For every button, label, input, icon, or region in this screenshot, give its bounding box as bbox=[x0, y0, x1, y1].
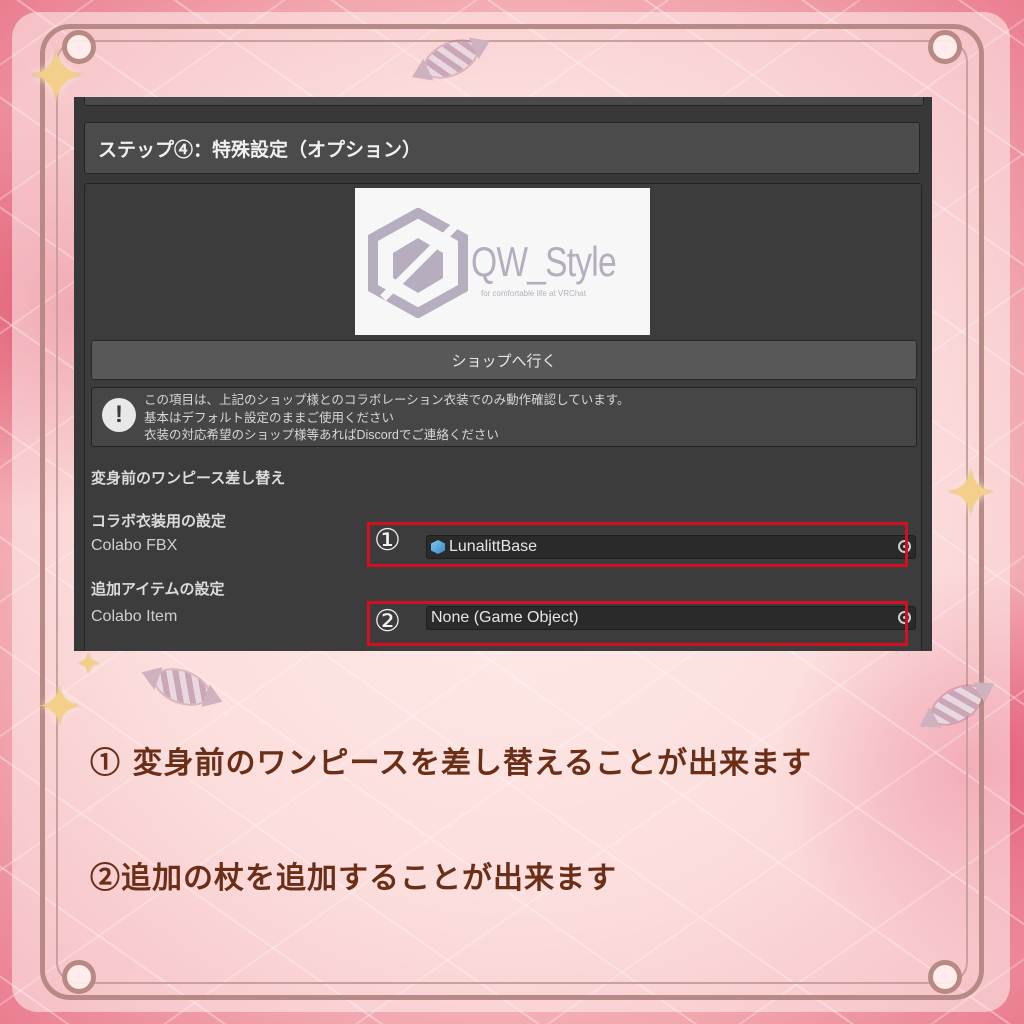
colabo-item-label: Colabo Item bbox=[91, 608, 178, 625]
help-line: 基本はデフォルト設定のままご使用ください bbox=[144, 410, 395, 425]
colabo-fbx-label: Colabo FBX bbox=[91, 537, 178, 554]
frame-corner-curl bbox=[62, 960, 96, 994]
section-additional-item: 追加アイテムの設定 bbox=[91, 581, 225, 598]
go-to-shop-button[interactable]: ショップへ行く bbox=[91, 340, 917, 380]
section-onepiece-replace: 変身前のワンピース差し替え bbox=[91, 470, 286, 487]
caption-line-2: ②追加の杖を追加することが出来ます bbox=[90, 861, 617, 896]
badge-number-2: ② bbox=[374, 604, 401, 639]
caption-line-1: ① 変身前のワンピースを差し替えることが出来ます bbox=[90, 746, 813, 781]
highlight-box-2 bbox=[367, 601, 908, 646]
help-box: ! この項目は、上記のショップ様とのコラボレーション衣装でのみ動作確認しています… bbox=[91, 387, 917, 447]
help-text: この項目は、上記のショップ様とのコラボレーション衣装でのみ動作確認しています。 … bbox=[144, 392, 630, 445]
frame-corner-curl bbox=[928, 30, 962, 64]
help-line: 衣装の対応希望のショップ様等あればDiscordでご連絡ください bbox=[144, 428, 499, 442]
sparkle-star-icon: ✦ bbox=[36, 675, 83, 740]
badge-number-1: ① bbox=[374, 523, 401, 558]
help-line: この項目は、上記のショップ様とのコラボレーション衣装でのみ動作確認しています。 bbox=[144, 393, 630, 407]
previous-section-edge bbox=[84, 97, 924, 106]
logo-tagline: for comfortable life at VRChat bbox=[481, 289, 586, 298]
exclamation-icon: ! bbox=[102, 398, 136, 432]
qw-style-logo-icon bbox=[368, 208, 468, 318]
frame-corner-curl bbox=[928, 960, 962, 994]
highlight-box-1 bbox=[367, 522, 908, 567]
step-header: ステップ④：特殊設定（オプション） bbox=[84, 122, 920, 174]
logo-wordmark: QW_Style bbox=[471, 238, 617, 285]
sparkle-star-icon: ✦ bbox=[76, 647, 102, 682]
sparkle-star-icon: ✦ bbox=[944, 457, 998, 531]
section-colabo-settings: コラボ衣装用の設定 bbox=[91, 513, 227, 530]
shop-logo-image[interactable]: QW_Style for comfortable life at VRChat bbox=[355, 188, 650, 335]
step-header-title: ステップ④：特殊設定（オプション） bbox=[98, 139, 422, 161]
inspector-screenshot: ステップ④：特殊設定（オプション） QW_Style for comfortab… bbox=[74, 97, 932, 651]
